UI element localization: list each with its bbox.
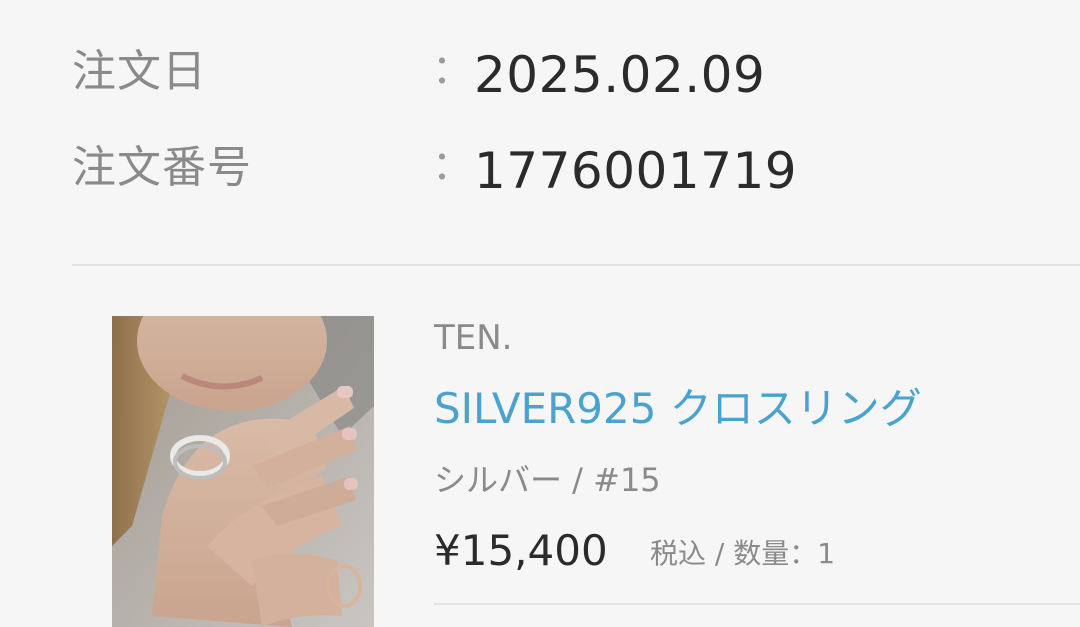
product-photo-illustration (112, 316, 374, 627)
product-variant: シルバー / #15 (434, 461, 661, 499)
product-image[interactable] (112, 316, 374, 627)
order-date-colon: ： (432, 47, 472, 93)
order-date-value: 2025.02.09 (474, 46, 766, 104)
product-brand: TEN. (434, 318, 513, 358)
product-price: ¥15,400 (434, 526, 608, 575)
order-date-label: 注文日 (72, 46, 207, 97)
section-divider (72, 264, 1080, 266)
order-number-label: 注文番号 (72, 142, 252, 193)
order-detail-page: 注文日 ： 2025.02.09 注文番号 ： 1776001719 TEN. … (0, 0, 1080, 627)
product-tax-quantity: 税込 / 数量：1 (650, 537, 836, 570)
order-number-colon: ： (432, 143, 472, 189)
product-name-link[interactable]: SILVER925 クロスリング (434, 388, 922, 430)
order-number-value: 1776001719 (474, 142, 798, 200)
product-divider (434, 603, 1080, 605)
